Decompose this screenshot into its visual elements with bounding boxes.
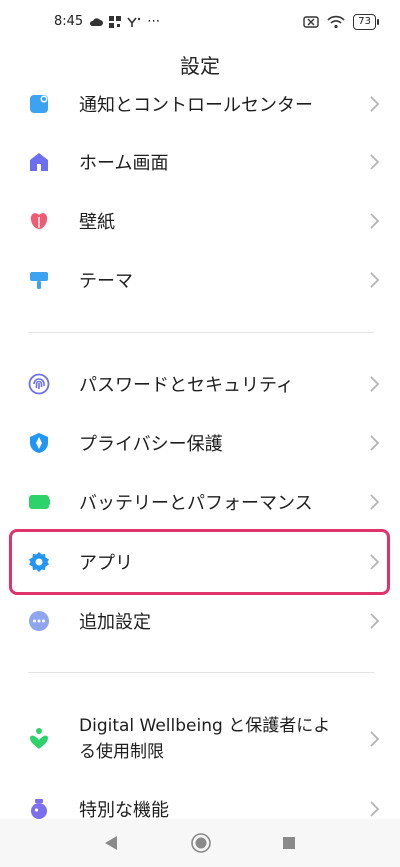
chevron-right-icon bbox=[370, 376, 380, 392]
chevron-right-icon bbox=[370, 494, 380, 510]
status-bar: 8:45 ⋯ 73 bbox=[0, 0, 400, 44]
settings-item-battery[interactable]: バッテリーとパフォーマンス bbox=[0, 473, 400, 531]
fingerprint-icon bbox=[28, 373, 50, 395]
potion-icon bbox=[28, 798, 50, 820]
wellbeing-icon bbox=[28, 728, 50, 750]
yahoo-icon bbox=[127, 17, 141, 27]
settings-item-additional[interactable]: 追加設定 bbox=[0, 592, 400, 650]
cloud-icon bbox=[90, 17, 104, 26]
section-divider bbox=[28, 672, 374, 673]
chevron-right-icon bbox=[370, 435, 380, 451]
status-left: 8:45 ⋯ bbox=[54, 14, 160, 29]
chevron-right-icon bbox=[370, 731, 380, 747]
notification-icon bbox=[28, 93, 50, 115]
chevron-right-icon bbox=[370, 154, 380, 170]
settings-item-label: パスワードとセキュリティ bbox=[79, 375, 294, 396]
qr-icon bbox=[109, 15, 122, 28]
settings-item-label: プライバシー保護 bbox=[79, 434, 223, 455]
battery-indicator: 73 bbox=[353, 14, 379, 30]
home-icon bbox=[28, 151, 50, 173]
settings-item-label: 通知とコントロールセンター bbox=[79, 95, 313, 116]
chevron-right-icon bbox=[370, 272, 380, 288]
sim-off-icon bbox=[303, 16, 319, 28]
recents-icon[interactable] bbox=[282, 836, 296, 850]
label-line-1: Digital Wellbeing と保護者によ bbox=[79, 716, 331, 736]
settings-item-label: バッテリーとパフォーマンス bbox=[79, 493, 313, 514]
battery-icon bbox=[28, 491, 50, 513]
highlight-box bbox=[9, 529, 390, 595]
settings-item-label: テーマ bbox=[79, 271, 133, 292]
section-divider bbox=[28, 332, 374, 333]
clock: 8:45 bbox=[54, 14, 84, 29]
back-icon[interactable] bbox=[104, 835, 118, 851]
shield-icon bbox=[28, 432, 50, 454]
settings-item-password-security[interactable]: パスワードとセキュリティ bbox=[0, 355, 400, 413]
settings-item-label-multiline: Digital Wellbeing と保護者によ る使用制限 bbox=[79, 713, 330, 765]
settings-item-home-screen[interactable]: ホーム画面 bbox=[0, 133, 400, 191]
settings-item-wallpaper[interactable]: 壁紙 bbox=[0, 192, 400, 250]
settings-item-label: 追加設定 bbox=[79, 612, 151, 633]
wifi-icon bbox=[327, 15, 345, 29]
chevron-right-icon bbox=[370, 801, 380, 817]
more-status-icon: ⋯ bbox=[147, 14, 161, 29]
settings-item-digital-wellbeing[interactable]: Digital Wellbeing と保護者によ る使用制限 bbox=[0, 705, 400, 773]
brush-icon bbox=[28, 269, 50, 291]
chevron-right-icon bbox=[370, 213, 380, 229]
settings-item-themes[interactable]: テーマ bbox=[0, 251, 400, 309]
settings-item-label: ホーム画面 bbox=[79, 153, 169, 174]
more-icon bbox=[28, 610, 50, 632]
chevron-right-icon bbox=[370, 96, 380, 112]
label-line-2: る使用制限 bbox=[79, 742, 164, 762]
chevron-right-icon bbox=[370, 613, 380, 629]
home-button-icon[interactable] bbox=[191, 833, 211, 853]
navigation-bar bbox=[0, 819, 400, 867]
settings-item-label: 壁紙 bbox=[79, 212, 115, 233]
status-right: 73 bbox=[303, 14, 379, 30]
settings-item-privacy[interactable]: プライバシー保護 bbox=[0, 414, 400, 472]
settings-item-notifications[interactable]: 通知とコントロールセンター bbox=[0, 75, 400, 133]
flower-icon bbox=[28, 210, 50, 232]
